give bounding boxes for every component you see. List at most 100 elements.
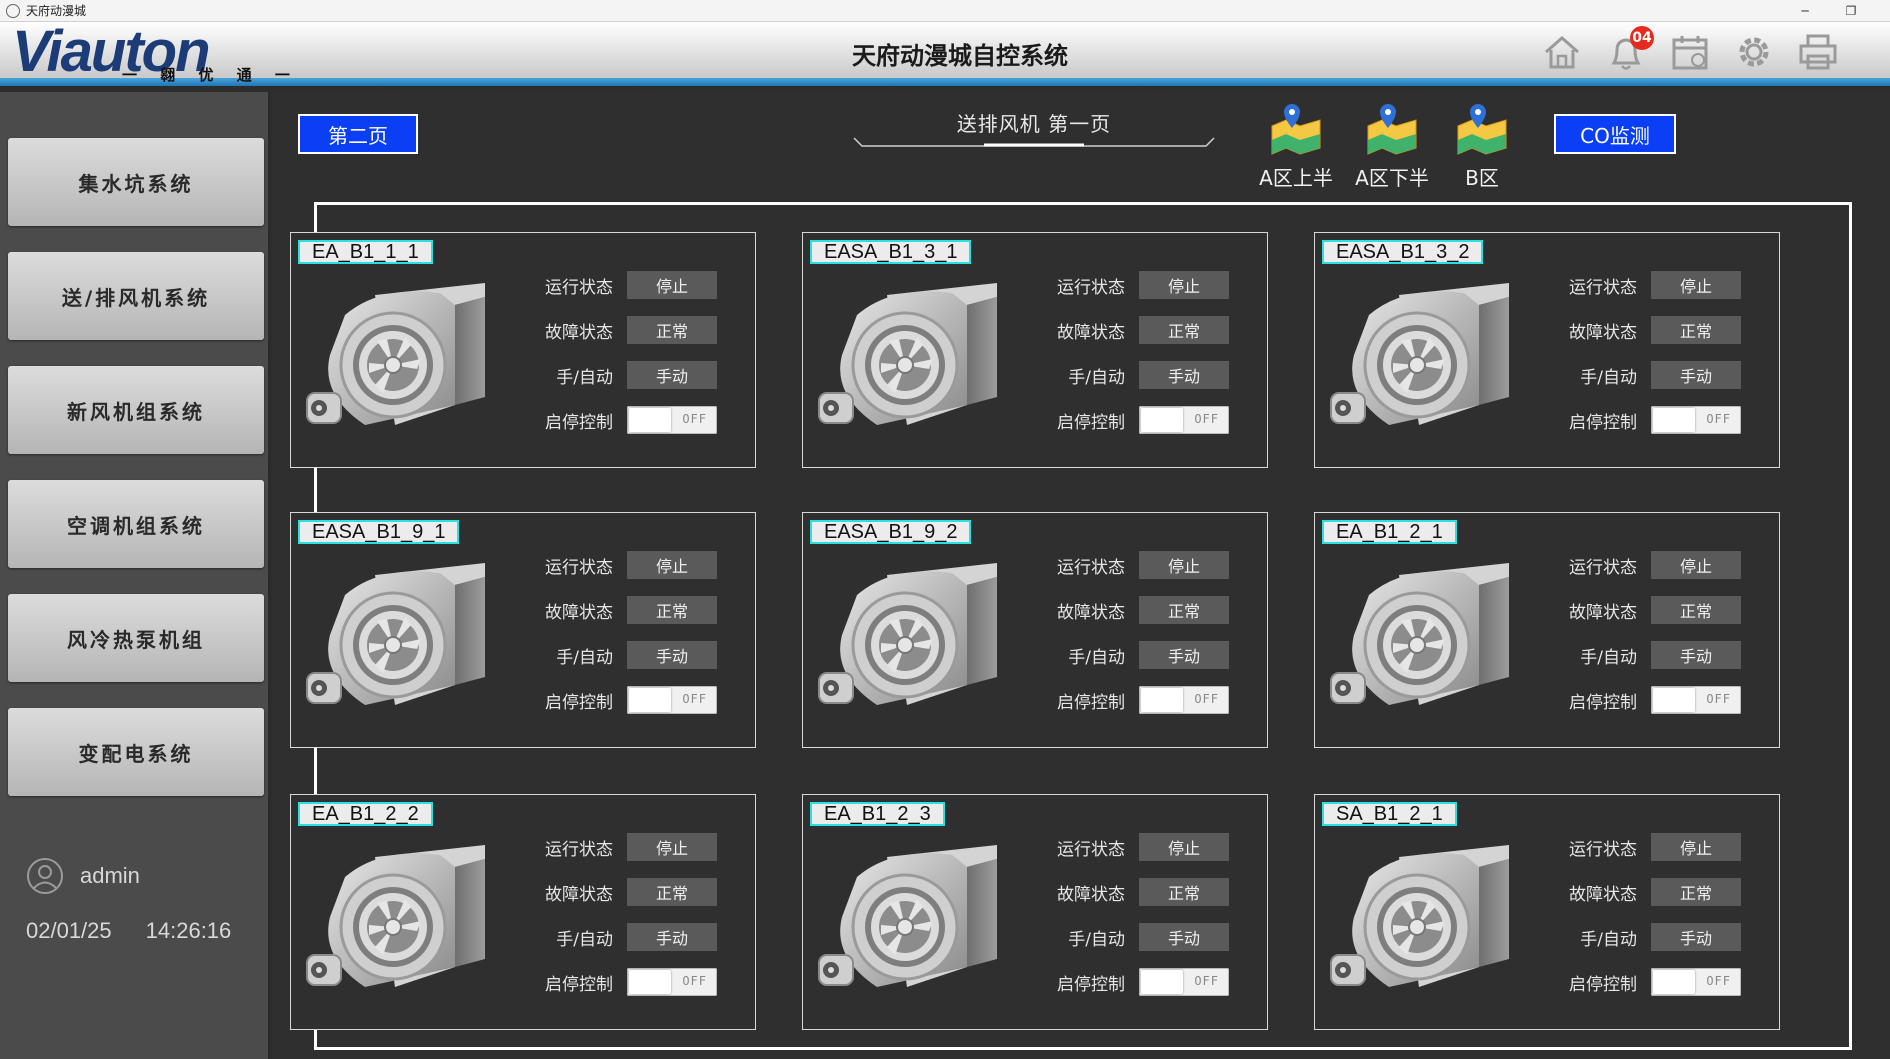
logo-subtitle: 一 翱 优 通 一	[122, 66, 299, 84]
minimize-button[interactable]: ─	[1782, 0, 1828, 22]
sidebar-item-fresh-air-system[interactable]: 新风机组系统	[8, 366, 264, 454]
bell-icon[interactable]: 04	[1604, 26, 1654, 74]
run-status-row: 运行状态 停止	[1055, 271, 1229, 299]
gear-icon[interactable]	[1732, 30, 1776, 74]
control-label: 启停控制	[1569, 974, 1637, 995]
fault-status-row: 故障状态 正常	[543, 596, 717, 624]
datetime: 02/01/25 14:26:16	[26, 918, 231, 944]
run-status-label: 运行状态	[545, 839, 613, 860]
username: admin	[80, 863, 140, 888]
device-tag: EASA_B1_3_2	[1322, 240, 1484, 264]
fan-icon	[818, 845, 997, 987]
toggle-knob	[1653, 408, 1695, 432]
run-status-value: 停止	[627, 833, 717, 861]
os-titlebar: 天府动漫城 ─ ❐	[0, 0, 1890, 22]
control-row: 启停控制 OFF	[543, 406, 717, 434]
start-stop-toggle[interactable]: OFF	[1651, 968, 1741, 996]
notification-badge: 04	[1630, 26, 1654, 50]
control-row: 启停控制 OFF	[1567, 686, 1741, 714]
mode-value: 手动	[1651, 361, 1741, 389]
device-tag: EA_B1_2_2	[298, 802, 433, 826]
fault-status-value: 正常	[1651, 878, 1741, 906]
control-row: 启停控制 OFF	[1055, 686, 1229, 714]
mode-row: 手/自动 手动	[1055, 923, 1229, 951]
mode-label: 手/自动	[556, 647, 613, 668]
sidebar-item-sump-system[interactable]: 集水坑系统	[8, 138, 264, 226]
sidebar-item-power-system[interactable]: 变配电系统	[8, 708, 264, 796]
mode-value: 手动	[1139, 641, 1229, 669]
start-stop-toggle[interactable]: OFF	[627, 968, 717, 996]
sidebar-item-heat-pump[interactable]: 风冷热泵机组	[8, 594, 264, 682]
fault-status-label: 故障状态	[1569, 884, 1637, 905]
run-status-label: 运行状态	[1569, 839, 1637, 860]
device-tag: EA_B1_2_3	[810, 802, 945, 826]
printer-icon[interactable]	[1796, 30, 1840, 74]
run-status-row: 运行状态 停止	[1567, 271, 1741, 299]
mode-value: 手动	[1651, 923, 1741, 951]
app-title: 天府动漫城自控系统	[852, 42, 1068, 70]
toggle-state: OFF	[1194, 412, 1219, 426]
area-b-link[interactable]: B区	[1436, 100, 1528, 190]
device-card-easa-b1-3-2: EASA_B1_3_2 运行状态 停止 故障状态 正常 手/自动 手动 启停控制…	[1314, 232, 1780, 468]
fault-status-label: 故障状态	[1569, 322, 1637, 343]
fan-icon	[306, 845, 485, 987]
control-row: 启停控制 OFF	[543, 968, 717, 996]
mode-row: 手/自动 手动	[1567, 923, 1741, 951]
toggle-knob	[1141, 970, 1183, 994]
sidebar-item-fan-system[interactable]: 送/排风机系统	[8, 252, 264, 340]
mode-label: 手/自动	[1068, 367, 1125, 388]
prev-page-button[interactable]: 第二页	[298, 114, 418, 154]
user-info: admin	[26, 857, 140, 895]
run-status-label: 运行状态	[1057, 557, 1125, 578]
toggle-knob	[629, 688, 671, 712]
run-status-label: 运行状态	[1057, 277, 1125, 298]
control-row: 启停控制 OFF	[1567, 968, 1741, 996]
control-label: 启停控制	[545, 692, 613, 713]
start-stop-toggle[interactable]: OFF	[1139, 406, 1229, 434]
fault-status-value: 正常	[1139, 596, 1229, 624]
control-label: 启停控制	[1569, 692, 1637, 713]
control-label: 启停控制	[545, 974, 613, 995]
device-card-sa-b1-2-1: SA_B1_2_1 运行状态 停止 故障状态 正常 手/自动 手动 启停控制 O…	[1314, 794, 1780, 1030]
device-tag: EASA_B1_9_2	[810, 520, 972, 544]
run-status-label: 运行状态	[1569, 557, 1637, 578]
toggle-knob	[1653, 688, 1695, 712]
control-label: 启停控制	[1057, 412, 1125, 433]
device-card-ea-b1-2-1: EA_B1_2_1 运行状态 停止 故障状态 正常 手/自动 手动 启停控制 O…	[1314, 512, 1780, 748]
mode-value: 手动	[1651, 641, 1741, 669]
start-stop-toggle[interactable]: OFF	[1139, 686, 1229, 714]
run-status-row: 运行状态 停止	[543, 551, 717, 579]
toggle-knob	[629, 970, 671, 994]
start-stop-toggle[interactable]: OFF	[1651, 406, 1741, 434]
mode-label: 手/自动	[556, 367, 613, 388]
user-icon	[27, 858, 63, 894]
fault-status-label: 故障状态	[545, 884, 613, 905]
mode-row: 手/自动 手动	[543, 361, 717, 389]
start-stop-toggle[interactable]: OFF	[1139, 968, 1229, 996]
run-status-value: 停止	[1139, 551, 1229, 579]
fault-status-value: 正常	[627, 878, 717, 906]
fault-status-value: 正常	[1651, 316, 1741, 344]
home-icon[interactable]	[1540, 30, 1584, 74]
sidebar-item-ahu-system[interactable]: 空调机组系统	[8, 480, 264, 568]
start-stop-toggle[interactable]: OFF	[627, 406, 717, 434]
area-a-upper-link[interactable]: A区上半	[1250, 100, 1342, 190]
run-status-value: 停止	[627, 271, 717, 299]
area-a-lower-link[interactable]: A区下半	[1346, 100, 1438, 190]
control-row: 启停控制 OFF	[1055, 406, 1229, 434]
mode-label: 手/自动	[1068, 647, 1125, 668]
fault-status-row: 故障状态 正常	[1567, 596, 1741, 624]
map-pin-icon	[1271, 104, 1321, 155]
restore-button[interactable]: ❐	[1828, 0, 1874, 22]
start-stop-toggle[interactable]: OFF	[1651, 686, 1741, 714]
run-status-value: 停止	[1139, 833, 1229, 861]
fan-icon	[306, 283, 485, 425]
app-icon	[6, 3, 20, 18]
toggle-state: OFF	[1706, 974, 1731, 988]
mode-row: 手/自动 手动	[1055, 641, 1229, 669]
toggle-state: OFF	[1194, 692, 1219, 706]
co-monitor-button[interactable]: CO监测	[1554, 114, 1676, 154]
calendar-icon[interactable]	[1668, 30, 1712, 74]
start-stop-toggle[interactable]: OFF	[627, 686, 717, 714]
fault-status-row: 故障状态 正常	[1055, 596, 1229, 624]
